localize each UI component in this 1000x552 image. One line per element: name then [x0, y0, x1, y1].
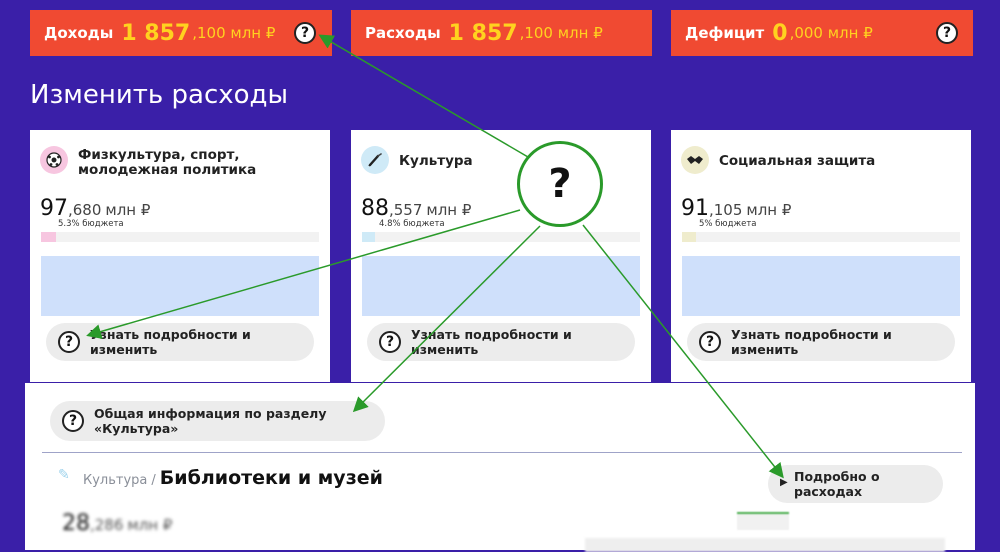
general-info-button[interactable]: ? Общая информация по разделу «Культура»	[50, 401, 385, 441]
budget-share-fill	[682, 232, 696, 242]
expenses-fraction: ,100 млн ₽	[519, 24, 603, 42]
card-amount: 88,557 млн ₽	[361, 196, 472, 221]
brush-icon	[361, 146, 389, 174]
budget-share-bar	[362, 232, 640, 242]
details-button-label: Узнать подробности и изменить	[731, 327, 892, 357]
budget-share-fill	[41, 232, 56, 242]
brush-icon: ✎	[58, 467, 70, 483]
divider	[42, 452, 962, 453]
section-detail-panel: ? Общая информация по разделу «Культура» …	[25, 383, 975, 552]
income-value: 1 857	[121, 20, 191, 46]
card-title: Социальная защита	[719, 153, 876, 169]
budget-share-fill	[362, 232, 375, 242]
details-button[interactable]: ? Узнать подробности и изменить	[687, 323, 955, 361]
income-label: Доходы	[44, 24, 114, 42]
details-button-label: Узнать подробности и изменить	[90, 327, 251, 357]
slider-tooltip	[737, 512, 789, 530]
play-icon: ▶	[780, 477, 788, 488]
budget-share-label: 5.3% бюджета	[58, 219, 124, 229]
deficit-label: Дефицит	[685, 24, 765, 42]
expenses-value: 1 857	[448, 20, 518, 46]
history-chart-area	[362, 256, 640, 316]
ball-icon	[40, 146, 68, 174]
deficit-panel: Дефицит 0 ,000 млн ₽ ?	[671, 10, 973, 56]
details-button[interactable]: ? Узнать подробности и изменить	[46, 323, 314, 361]
deficit-help-icon[interactable]: ?	[936, 22, 958, 44]
income-fraction: ,100 млн ₽	[192, 24, 276, 42]
expenses-label: Расходы	[365, 24, 441, 42]
category-card-social: Социальная защита 91,105 млн ₽ 5% бюджета…	[671, 130, 971, 382]
page-title: Изменить расходы	[30, 80, 289, 110]
expense-details-button[interactable]: ▶ Подробно о расходах	[768, 465, 943, 503]
breadcrumb: Культура / Библиотеки и музей	[83, 467, 383, 489]
card-title: Культура	[399, 153, 473, 169]
subcategory-amount: 28,286 млн ₽	[62, 511, 173, 536]
expense-details-label: Подробно о расходах	[794, 469, 880, 499]
breadcrumb-parent[interactable]: Культура	[83, 473, 147, 488]
budget-share-bar	[41, 232, 319, 242]
handshake-icon	[681, 146, 709, 174]
income-help-icon[interactable]: ?	[294, 22, 316, 44]
general-info-label: Общая информация по разделу «Культура»	[94, 406, 327, 436]
budget-share-label: 4.8% бюджета	[379, 219, 445, 229]
history-chart-area	[682, 256, 960, 316]
help-icon: ?	[699, 331, 721, 353]
deficit-fraction: ,000 млн ₽	[789, 24, 873, 42]
category-card-sport: Физкультура, спорт, молодежная политика …	[30, 130, 330, 382]
deficit-value: 0	[772, 20, 788, 46]
card-amount: 91,105 млн ₽	[681, 196, 792, 221]
card-amount: 97,680 млн ₽	[40, 196, 151, 221]
income-panel: Доходы 1 857 ,100 млн ₽ ?	[30, 10, 332, 56]
budget-share-label: 5% бюджета	[699, 219, 757, 229]
help-icon: ?	[379, 331, 401, 353]
details-button[interactable]: ? Узнать подробности и изменить	[367, 323, 635, 361]
category-card-culture: Культура 88,557 млн ₽ 4.8% бюджета ? Узнат…	[351, 130, 651, 382]
details-button-label: Узнать подробности и изменить	[411, 327, 572, 357]
budget-share-bar	[682, 232, 960, 242]
expenses-panel: Расходы 1 857 ,100 млн ₽	[351, 10, 652, 56]
breadcrumb-separator: /	[151, 473, 156, 488]
help-callout-icon: ?	[517, 141, 603, 227]
help-icon: ?	[58, 331, 80, 353]
history-chart-area	[41, 256, 319, 316]
breadcrumb-current: Библиотеки и музей	[159, 467, 383, 489]
help-icon: ?	[62, 410, 84, 432]
card-title: Физкультура, спорт, молодежная политика	[78, 147, 257, 178]
